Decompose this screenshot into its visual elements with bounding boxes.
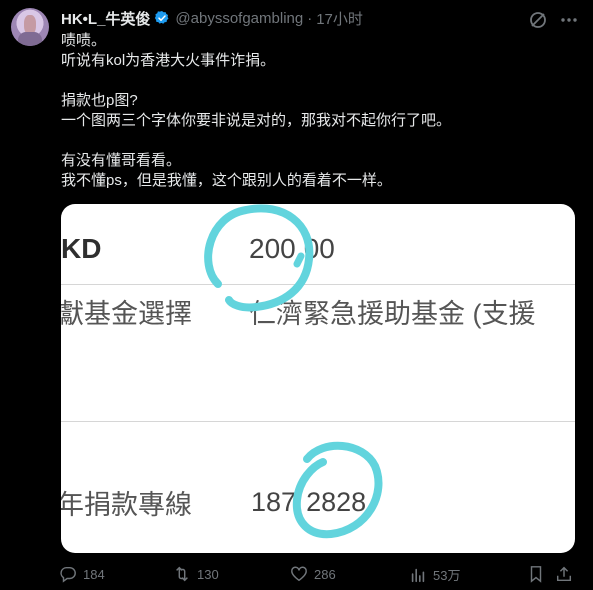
grok-icon[interactable] (528, 10, 548, 30)
reply-button[interactable]: 184 (59, 565, 105, 583)
tweet-text: 啧啧。 听说有kol为香港大火事件诈捐。 捐款也p图? 一个图两三个字体你要非说… (61, 32, 452, 189)
bookmark-button[interactable] (527, 565, 551, 583)
tweet-actions: 184 130 286 53万 (59, 565, 579, 587)
views-count: 53万 (433, 568, 461, 583)
author-handle[interactable]: @abyssofgambling (175, 10, 303, 27)
tweet-header: HK•L_牛英俊 @abyssofgambling · 17小时 (61, 8, 363, 28)
bookmark-icon (530, 566, 542, 583)
reply-count: 184 (83, 566, 105, 582)
verified-badge-icon (154, 10, 170, 26)
reply-icon (60, 566, 76, 583)
retweet-icon (176, 566, 188, 582)
more-options-icon[interactable] (559, 10, 579, 30)
share-button[interactable] (555, 565, 579, 583)
avatar[interactable] (11, 8, 49, 46)
share-icon (556, 566, 572, 582)
views-button[interactable]: 53万 (409, 565, 460, 584)
like-button[interactable]: 286 (290, 565, 336, 583)
retweet-button[interactable]: 130 (173, 565, 219, 583)
separator-dot: · (307, 9, 313, 27)
views-bar-chart-icon (411, 568, 425, 582)
avatar-body (18, 32, 42, 46)
tweet-time[interactable]: 17小时 (316, 8, 363, 29)
author-name[interactable]: HK•L_牛英俊 (61, 8, 150, 29)
heart-icon (291, 566, 307, 582)
tweet-image[interactable]: KD 200 00 獻基金選擇 仁濟緊急援助基金 (支援 年捐款專線 187 282… (61, 204, 575, 553)
highlight-circle-top (204, 204, 383, 539)
retweet-count: 130 (197, 566, 219, 582)
like-count: 286 (314, 566, 336, 582)
